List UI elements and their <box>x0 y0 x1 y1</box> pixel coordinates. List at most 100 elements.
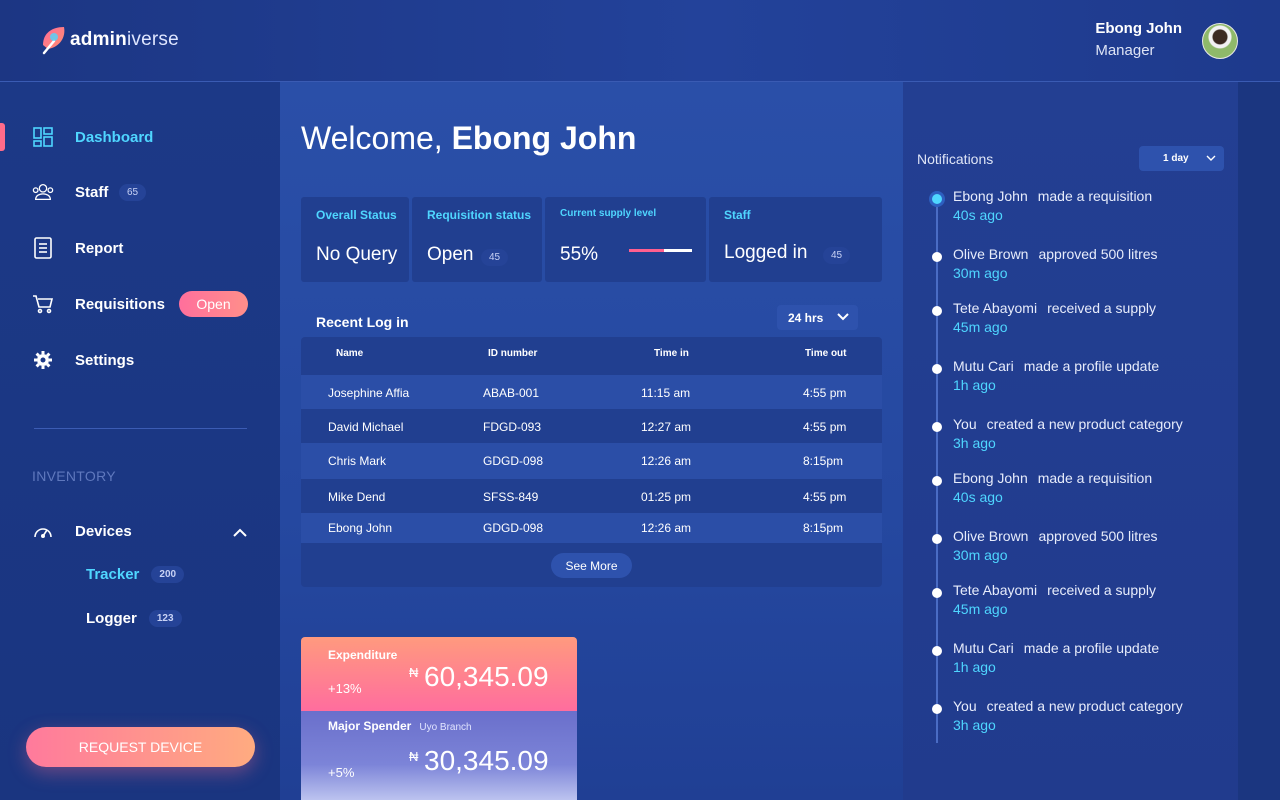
user-info[interactable]: Ebong John Manager <box>1095 20 1182 59</box>
table-row[interactable]: Josephine Affia ABAB-001 11:15 am 4:55 pm <box>301 375 882 409</box>
notification-text: Olive Brown approved 500 litres <box>953 246 1158 262</box>
notification-item[interactable]: Tete Abayomi received a supply 45m ago <box>953 300 1233 335</box>
sidebar-item-report[interactable]: Report <box>0 228 280 268</box>
notification-item[interactable]: You created a new product category 3h ago <box>953 698 1233 733</box>
sidebar-subitem-logger[interactable]: Logger 123 <box>86 610 182 627</box>
staff-count-badge: 65 <box>119 183 147 201</box>
logo[interactable]: adminiverse <box>40 24 179 56</box>
table-header: Name ID number Time in Time out <box>336 348 847 359</box>
notification-item[interactable]: Tete Abayomi received a supply 45m ago <box>953 582 1233 617</box>
sidebar-item-dashboard[interactable]: Dashboard <box>0 117 280 157</box>
tracker-count-badge: 200 <box>151 566 185 583</box>
timeline-dot <box>932 252 942 262</box>
notifications-title: Notifications <box>917 151 994 167</box>
notification-item[interactable]: Olive Brown approved 500 litres 30m ago <box>953 246 1233 281</box>
card-value: Open <box>427 244 474 265</box>
major-spender-value: 30,345.09 <box>424 745 549 776</box>
table-row[interactable]: Chris Mark GDGD-098 12:26 am 8:15pm <box>301 443 882 479</box>
major-spender-label: Major Spender Uyo Branch <box>328 719 472 733</box>
speedometer-icon <box>32 520 54 542</box>
request-device-button[interactable]: REQUEST DEVICE <box>26 727 255 767</box>
notification-time: 1h ago <box>953 659 996 675</box>
notification-text: You created a new product category <box>953 416 1183 432</box>
tracker-label: Tracker <box>86 566 140 583</box>
notification-text: Tete Abayomi received a supply <box>953 582 1157 598</box>
logger-count-badge: 123 <box>148 610 182 627</box>
expenditure-card: Expenditure +13% ₦ 60,345.09 Major Spend… <box>301 637 577 800</box>
expenditure-value: 60,345.09 <box>424 661 549 692</box>
notification-item[interactable]: Olive Brown approved 500 litres 30m ago <box>953 528 1233 563</box>
requisition-count-badge: 45 <box>481 249 509 266</box>
sidebar-item-label: Settings <box>75 351 135 369</box>
sidebar-item-settings[interactable]: Settings <box>0 340 280 380</box>
notification-time: 40s ago <box>953 489 1003 505</box>
notification-text: Mutu Cari made a profile update <box>953 358 1160 374</box>
staff-status-card: Staff Logged in 45 <box>709 197 882 282</box>
table-row[interactable]: Mike Dend SFSS-849 01:25 pm 4:55 pm <box>301 479 882 513</box>
card-value: No Query <box>316 244 398 265</box>
notification-item[interactable]: Ebong John made a requisition 40s ago <box>953 188 1233 223</box>
see-more-button[interactable]: See More <box>551 553 632 578</box>
table-row[interactable]: Ebong John GDGD-098 12:26 am 8:15pm <box>301 513 882 543</box>
major-spender-change: +5% <box>328 765 355 780</box>
expenditure-section: Expenditure +13% ₦ 60,345.09 <box>301 637 577 711</box>
sidebar-item-label: Report <box>75 239 124 257</box>
card-title: Overall Status <box>316 208 397 222</box>
card-title: Current supply level <box>560 208 657 219</box>
card-value: 55% <box>560 244 599 265</box>
notification-range-select[interactable]: 1 day <box>1139 146 1224 171</box>
time-range-select[interactable]: 24 hrs <box>777 305 858 330</box>
timeline-dot <box>932 588 942 598</box>
sidebar-subitem-tracker[interactable]: Tracker 200 <box>86 566 185 583</box>
sidebar: Dashboard Staff 65 Report Requisitions O… <box>0 82 280 800</box>
chevron-down-icon <box>1206 155 1216 161</box>
recent-login-title: Recent Log in <box>316 314 409 330</box>
expenditure-change: +13% <box>328 681 362 696</box>
sidebar-item-label: Dashboard <box>75 128 154 146</box>
avatar[interactable] <box>1202 23 1238 59</box>
sidebar-item-devices[interactable]: Devices <box>0 511 280 551</box>
notification-item[interactable]: Ebong John made a requisition 40s ago <box>953 470 1233 505</box>
notification-time: 30m ago <box>953 547 1008 563</box>
sidebar-item-label: Devices <box>75 522 132 540</box>
supply-progress-bar <box>629 249 692 252</box>
card-value: Logged in <box>724 242 808 263</box>
report-icon <box>32 237 54 259</box>
notification-text: Tete Abayomi received a supply <box>953 300 1157 316</box>
chevron-up-icon[interactable] <box>233 524 247 542</box>
notification-text: You created a new product category <box>953 698 1183 714</box>
notifications-panel: Notifications 1 day Ebong John made a req… <box>903 82 1238 800</box>
table-row[interactable]: David Michael FDGD-093 12:27 am 4:55 pm <box>301 409 882 443</box>
sidebar-divider <box>34 428 247 429</box>
notification-item[interactable]: Mutu Cari made a profile update 1h ago <box>953 640 1233 675</box>
requisitions-open-badge: Open <box>179 291 248 317</box>
page-title: Welcome, Ebong John <box>301 120 637 156</box>
staff-count-badge: 45 <box>823 247 851 264</box>
brand-name: adminiverse <box>70 29 179 50</box>
sidebar-item-staff[interactable]: Staff 65 <box>0 172 280 212</box>
card-title: Requisition status <box>427 208 532 222</box>
notification-item[interactable]: Mutu Cari made a profile update 1h ago <box>953 358 1233 393</box>
timeline-dot <box>932 476 942 486</box>
sidebar-item-requisitions[interactable]: Requisitions Open <box>0 284 280 324</box>
notification-text: Mutu Cari made a profile update <box>953 640 1160 656</box>
dashboard-icon <box>32 126 54 148</box>
users-icon <box>32 181 54 203</box>
requisition-status-card: Requisition status Open 45 <box>412 197 542 282</box>
timeline-dot <box>932 704 942 714</box>
notification-text: Ebong John made a requisition <box>953 470 1153 486</box>
logo-icon <box>42 27 65 55</box>
sidebar-item-label: Staff <box>75 183 109 201</box>
naira-symbol: ₦ <box>409 665 419 680</box>
notification-item[interactable]: You created a new product category 3h ago <box>953 416 1233 451</box>
notification-time: 45m ago <box>953 601 1008 617</box>
status-cards: Overall Status No Query Requisition stat… <box>301 197 882 282</box>
inventory-section-label: INVENTORY <box>32 468 116 484</box>
top-bar: adminiverse Ebong John Manager <box>0 0 1280 82</box>
notification-text: Olive Brown approved 500 litres <box>953 528 1158 544</box>
logger-label: Logger <box>86 610 137 627</box>
timeline-dot <box>932 534 942 544</box>
timeline-dot <box>932 306 942 316</box>
gear-icon <box>32 349 54 371</box>
card-title: Staff <box>724 208 751 222</box>
